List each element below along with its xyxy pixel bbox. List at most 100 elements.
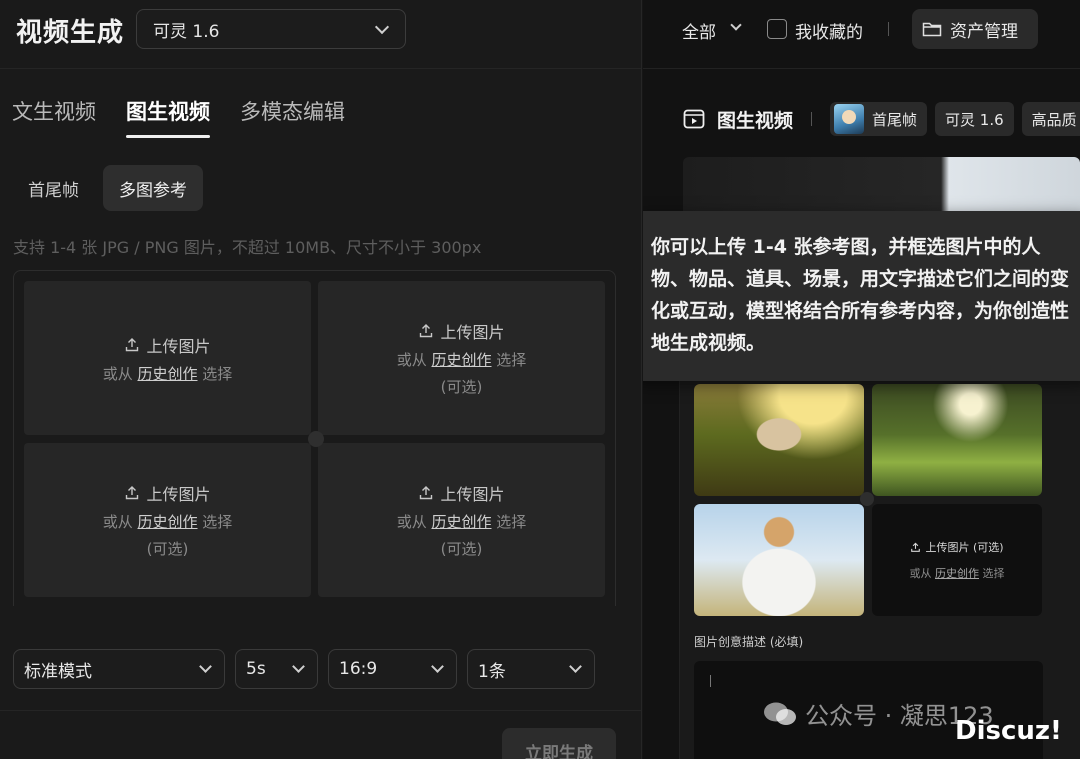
duration-value: 5s	[246, 659, 266, 679]
chevron-down-icon	[374, 19, 390, 35]
grid-center-handle	[860, 492, 874, 506]
asset-manage-label: 资产管理	[950, 21, 1018, 42]
asset-manage-button[interactable]: 资产管理	[912, 9, 1038, 49]
filter-all-dropdown[interactable]: 全部	[682, 18, 716, 43]
ratio-value: 16:9	[339, 659, 378, 679]
from-text: 或从	[396, 351, 427, 369]
upload-line: 上传图片	[124, 481, 211, 505]
grid-center-handle	[308, 431, 324, 447]
count-select[interactable]: 1条	[467, 649, 595, 689]
tab-text-to-video[interactable]: 文生视频	[12, 96, 96, 138]
optional-label: (可选)	[146, 540, 189, 558]
video-preview[interactable]	[683, 157, 1080, 217]
subtab-first-last-frame[interactable]: 首尾帧	[12, 165, 95, 211]
upload-slot[interactable]: 上传图片 或从 历史创作 选择 (可选)	[24, 443, 311, 597]
reference-image-park[interactable]	[872, 384, 1042, 496]
favorites-label: 我收藏的	[795, 23, 863, 43]
mode-value: 标准模式	[24, 661, 92, 682]
upload-label: 上传图片	[440, 323, 505, 342]
upload-icon	[911, 542, 921, 552]
model-select[interactable]: 可灵 1.6	[136, 9, 406, 49]
generate-button[interactable]: 立即生成	[502, 728, 616, 759]
history-link[interactable]: 历史创作	[137, 365, 197, 383]
subtab-multi-image-reference[interactable]: 多图参考	[103, 165, 203, 211]
history-line: 或从 历史创作 选择	[103, 363, 233, 384]
mini-upload-label: 上传图片 (可选)	[925, 541, 1004, 554]
mini-history-line: 或从 历史创作 选择	[910, 565, 1005, 581]
mini-upload-slot[interactable]: 上传图片 (可选) 或从 历史创作 选择	[872, 504, 1042, 616]
from-text: 或从	[102, 364, 133, 383]
model-select-value: 可灵 1.6	[153, 21, 220, 42]
settings-bar: 标准模式 5s 16:9 1条	[0, 606, 641, 712]
chip-quality: 高品质	[1021, 102, 1080, 136]
chevron-down-icon	[569, 660, 582, 673]
upload-slot[interactable]: 上传图片 或从 历史创作 选择 (可选)	[318, 281, 605, 435]
from-text: 或从	[396, 513, 427, 531]
from-text: 或从	[102, 513, 133, 531]
wechat-icon	[764, 702, 796, 725]
from-text: 或从	[909, 567, 932, 580]
upload-label: 上传图片	[146, 336, 211, 356]
tab-multimodal-edit[interactable]: 多模态编辑	[240, 96, 345, 138]
upload-label: 上传图片	[440, 485, 505, 504]
choose-text: 选择	[202, 364, 233, 383]
choose-text: 选择	[202, 513, 233, 531]
duration-select[interactable]: 5s	[235, 649, 318, 689]
divider	[888, 22, 889, 36]
upload-line: 上传图片	[418, 319, 505, 343]
choose-text: 选择	[496, 513, 527, 531]
mini-upload-line: 上传图片 (可选)	[910, 539, 1004, 555]
description-label: 图片创意描述 (必填)	[694, 635, 804, 649]
optional-label: (可选)	[440, 540, 483, 558]
watermark-discuz: Discuz!	[955, 716, 1062, 746]
tab-image-to-video[interactable]: 图生视频	[126, 96, 210, 138]
info-tooltip: 你可以上传 1-4 张参考图，并框选图片中的人物、物品、道具、场景，用文字描述它…	[643, 211, 1080, 381]
chip-model: 可灵 1.6	[935, 102, 1014, 136]
history-line: 或从 历史创作 选择	[397, 511, 527, 532]
chip-first-last-frame: 首尾帧	[830, 102, 928, 136]
history-link[interactable]: 历史创作	[935, 567, 979, 580]
upload-line: 上传图片	[124, 333, 211, 357]
upload-label: 上传图片	[146, 485, 211, 504]
upload-icon	[420, 324, 433, 338]
divider	[643, 68, 1080, 69]
reference-image-dog[interactable]	[694, 384, 864, 496]
divider	[811, 112, 813, 126]
divider	[0, 68, 641, 69]
chevron-down-icon	[199, 660, 212, 673]
left-panel: 视频生成 可灵 1.6 文生视频 图生视频 多模态编辑 首尾帧 多图参考 支持 …	[0, 0, 642, 759]
history-link[interactable]: 历史创作	[431, 513, 491, 531]
chevron-down-icon	[431, 660, 444, 673]
optional-label: (可选)	[440, 378, 483, 396]
chip-label: 首尾帧	[872, 110, 918, 129]
task-title: 图生视频	[717, 109, 794, 132]
choose-text: 选择	[496, 351, 527, 369]
top-bar: 视频生成 可灵 1.6	[0, 0, 641, 66]
right-panel: 全部 我收藏的 资产管理 图生视频 首尾帧 可灵 1.6 高品质 上传图片 (可…	[643, 0, 1080, 759]
upload-slot[interactable]: 上传图片 或从 历史创作 选择 (可选)	[318, 443, 605, 597]
history-link[interactable]: 历史创作	[137, 513, 197, 531]
folder-icon	[922, 22, 942, 37]
divider	[0, 710, 641, 711]
upload-slot[interactable]: 上传图片 或从 历史创作 选择	[24, 281, 311, 435]
upload-icon	[126, 337, 139, 351]
mode-select[interactable]: 标准模式	[13, 649, 225, 689]
ratio-select[interactable]: 16:9	[328, 649, 457, 689]
page-title: 视频生成	[16, 18, 125, 48]
history-line: 或从 历史创作 选择	[103, 511, 233, 532]
upload-hint: 支持 1-4 张 JPG / PNG 图片，不超过 10MB、尺寸不小于 300…	[13, 238, 482, 257]
upload-line: 上传图片	[418, 481, 505, 505]
favorites-checkbox[interactable]	[767, 19, 787, 39]
history-link[interactable]: 历史创作	[431, 351, 491, 369]
count-value: 1条	[478, 661, 506, 682]
chevron-down-icon	[730, 19, 742, 31]
thumbnail-avatar	[834, 104, 865, 134]
chevron-down-icon	[292, 660, 305, 673]
reference-image-girl[interactable]	[694, 504, 864, 616]
upload-icon	[420, 486, 433, 500]
task-header: 图生视频 首尾帧 可灵 1.6 高品质	[683, 101, 1080, 137]
history-line: 或从 历史创作 选择	[397, 349, 527, 370]
sub-tabs: 首尾帧 多图参考	[12, 165, 203, 211]
main-tabs: 文生视频 图生视频 多模态编辑	[12, 96, 345, 138]
text-caret	[710, 675, 711, 687]
